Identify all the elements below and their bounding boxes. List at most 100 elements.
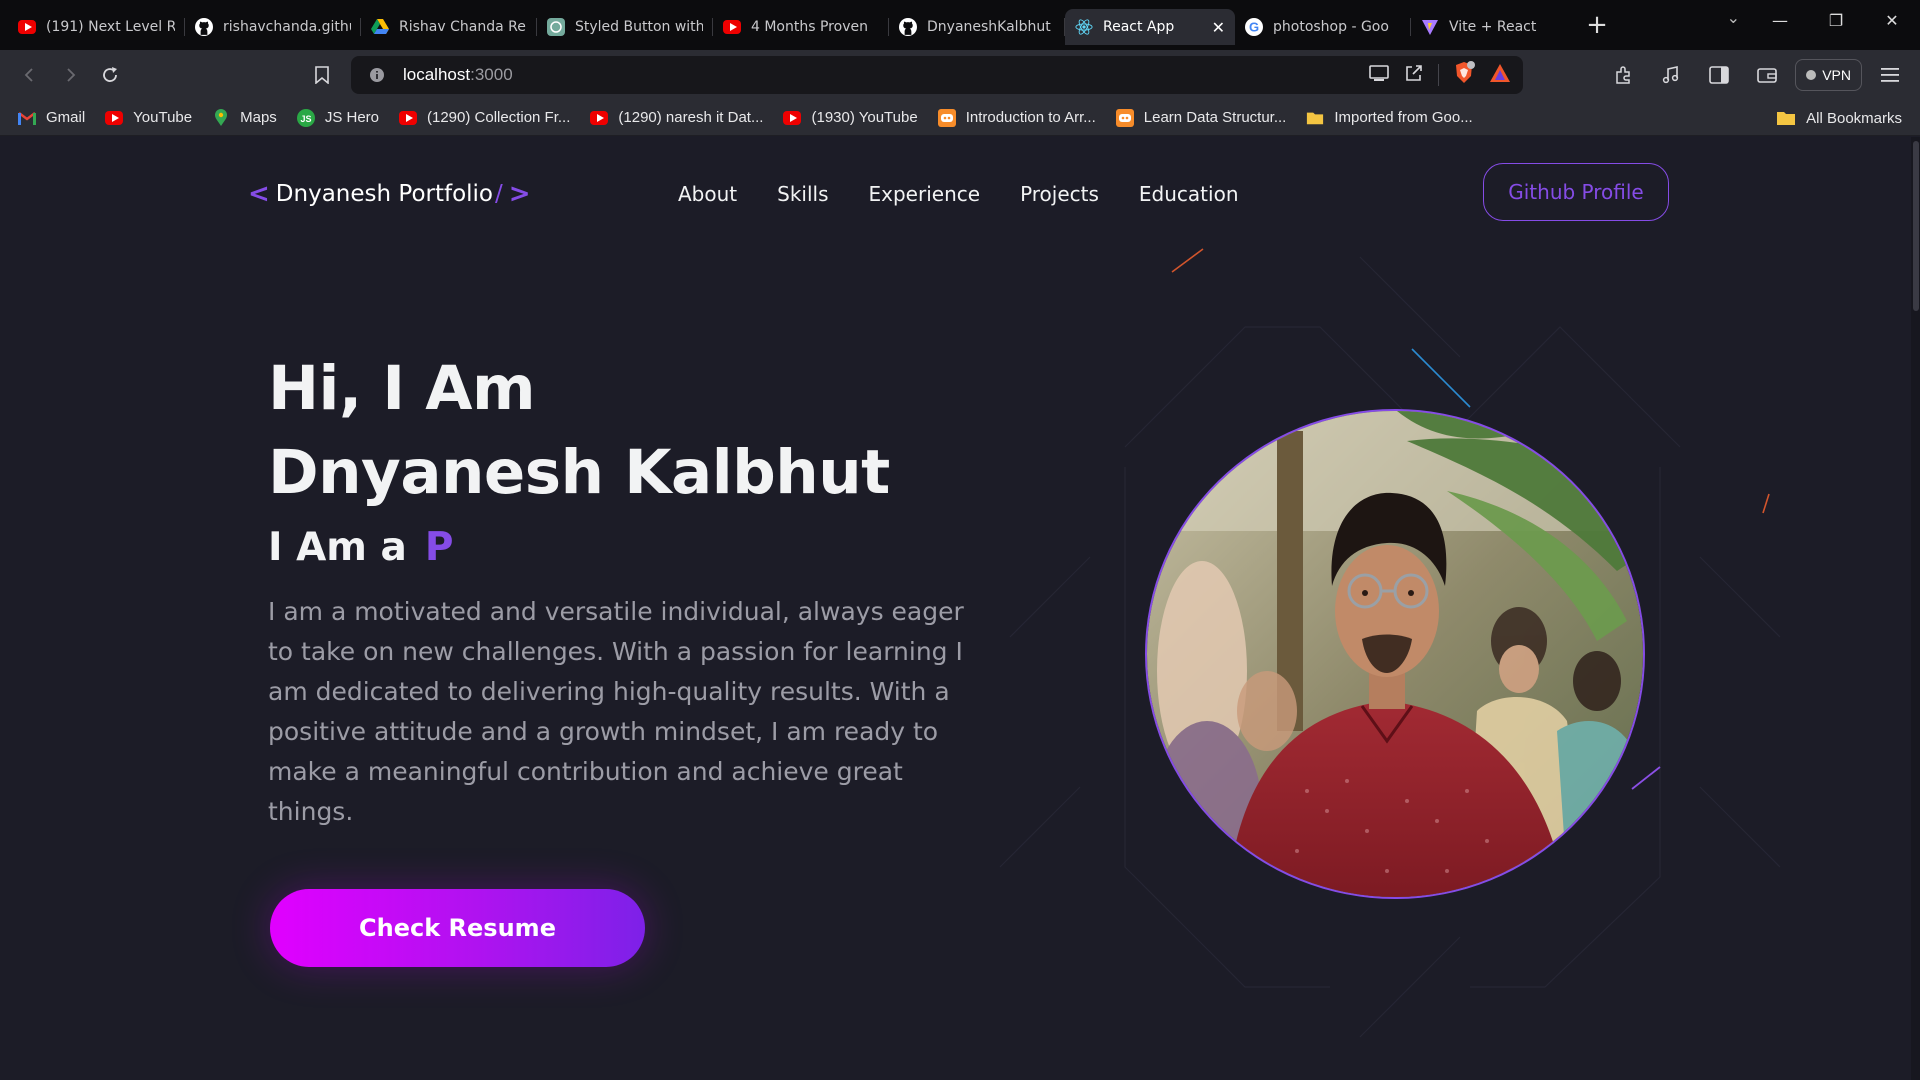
- check-resume-button[interactable]: Check Resume: [270, 889, 645, 967]
- vpn-label: VPN: [1822, 67, 1851, 83]
- menu-hamburger-icon[interactable]: [1870, 57, 1910, 93]
- bookmark-gmail[interactable]: Gmail: [18, 109, 85, 127]
- browser-tab[interactable]: 4 Months Proven: [713, 9, 889, 45]
- site-logo[interactable]: < Dnyanesh Portfolio / >: [248, 177, 531, 211]
- maps-pin-icon: [212, 108, 230, 127]
- hero-title-line1: Hi, I Am: [268, 353, 536, 424]
- forward-arrow-icon[interactable]: [50, 57, 90, 93]
- close-window-icon[interactable]: ✕: [1864, 11, 1920, 30]
- all-bookmarks-label: All Bookmarks: [1806, 109, 1902, 127]
- nav-link-projects[interactable]: Projects: [1020, 182, 1099, 206]
- bookmark-youtube-1930[interactable]: (1930) YouTube: [783, 109, 918, 127]
- all-bookmarks-folder[interactable]: All Bookmarks: [1776, 100, 1902, 136]
- bookmark-label: JS Hero: [324, 109, 379, 126]
- browser-tab-active[interactable]: React App ✕: [1065, 9, 1235, 45]
- svg-text:G: G: [1249, 20, 1259, 35]
- browser-tab[interactable]: (191) Next Level R: [8, 9, 185, 45]
- page-scrollbar[interactable]: [1911, 137, 1920, 1080]
- wallet-icon[interactable]: [1747, 57, 1787, 93]
- tab-title: Styled Button with: [575, 19, 703, 35]
- vpn-button[interactable]: VPN: [1795, 59, 1862, 91]
- google-drive-icon: [371, 18, 389, 36]
- url-port: :3000: [470, 65, 513, 84]
- tab-title: DnyaneshKalbhut: [927, 19, 1051, 35]
- brave-rewards-icon[interactable]: [1489, 63, 1511, 87]
- chatgpt-icon: [547, 18, 565, 36]
- youtube-icon: [399, 109, 417, 127]
- page-viewport: < Dnyanesh Portfolio / > About Skills Ex…: [0, 137, 1920, 1080]
- reload-icon[interactable]: [90, 57, 130, 93]
- bookmark-label: YouTube: [133, 109, 193, 126]
- new-tab-button[interactable]: +: [1579, 7, 1615, 43]
- tab-title: photoshop - Goo: [1273, 19, 1389, 35]
- bookmark-youtube[interactable]: YouTube: [105, 109, 192, 127]
- logo-bracket-close: >: [508, 179, 531, 209]
- svg-text:JS: JS: [300, 114, 311, 124]
- folder-icon: [1306, 109, 1324, 127]
- vite-icon: [1421, 18, 1439, 36]
- share-icon[interactable]: [1404, 63, 1424, 87]
- logo-text: Dnyanesh Portfolio: [275, 181, 494, 207]
- browser-tab[interactable]: Rishav Chanda Re: [361, 9, 537, 45]
- divider: [1438, 64, 1439, 86]
- browser-tab[interactable]: DnyaneshKalbhut: [889, 9, 1065, 45]
- react-icon: [1075, 18, 1093, 36]
- bookmark-youtube-collection[interactable]: (1290) Collection Fr...: [399, 109, 570, 127]
- tab-title: Rishav Chanda Re: [399, 19, 526, 35]
- media-music-icon[interactable]: [1651, 57, 1691, 93]
- browser-tab[interactable]: Vite + React: [1411, 9, 1571, 45]
- sidebar-toggle-icon[interactable]: [1699, 57, 1739, 93]
- bookmark-folder-imported[interactable]: Imported from Goo...: [1306, 109, 1473, 127]
- hero-description: I am a motivated and versatile individua…: [268, 597, 964, 826]
- bookmark-label: (1290) naresh it Dat...: [618, 109, 764, 126]
- scrollbar-thumb[interactable]: [1913, 141, 1919, 311]
- bookmark-label: Imported from Goo...: [1334, 109, 1473, 126]
- browser-tab[interactable]: G photoshop - Goo: [1235, 9, 1411, 45]
- youtube-icon: [783, 109, 802, 127]
- github-profile-button[interactable]: Github Profile: [1483, 163, 1669, 221]
- hero-title: Hi, I Am Dnyanesh Kalbhut: [268, 347, 890, 515]
- bookmark-maps[interactable]: Maps: [212, 108, 277, 127]
- nav-link-skills[interactable]: Skills: [777, 182, 828, 206]
- minimize-icon[interactable]: —: [1752, 11, 1808, 30]
- bookmark-learn-ds[interactable]: Learn Data Structur...: [1115, 108, 1286, 127]
- restore-icon[interactable]: ❐: [1808, 11, 1864, 30]
- codingninjas-icon: [937, 108, 956, 127]
- logo-slash: /: [495, 181, 503, 207]
- tab-search-chevron-icon[interactable]: ⌄: [1727, 8, 1740, 27]
- site-info-icon[interactable]: [359, 67, 395, 83]
- browser-tab[interactable]: rishavchanda.githu: [185, 9, 361, 45]
- extensions-puzzle-icon[interactable]: [1603, 57, 1643, 93]
- back-arrow-icon[interactable]: [10, 57, 50, 93]
- cast-icon[interactable]: [1368, 64, 1390, 86]
- vpn-status-icon: [1806, 70, 1817, 80]
- youtube-icon: [105, 109, 124, 127]
- bookmark-youtube-naresh[interactable]: (1290) naresh it Dat...: [590, 109, 763, 127]
- close-tab-icon[interactable]: ✕: [1212, 18, 1225, 37]
- gmail-icon: [18, 109, 36, 127]
- tab-title: (191) Next Level R: [46, 19, 175, 35]
- tab-title: rishavchanda.githu: [223, 19, 351, 35]
- bookmark-jshero[interactable]: JS JS Hero: [296, 108, 379, 127]
- hero-title-line2: Dnyanesh Kalbhut: [268, 437, 890, 508]
- bookmark-icon[interactable]: [302, 57, 342, 93]
- tab-title: Vite + React: [1449, 19, 1537, 35]
- window-controls: — ❐ ✕: [1752, 0, 1920, 40]
- youtube-icon: [723, 18, 741, 36]
- youtube-icon: [18, 18, 36, 36]
- browser-tab[interactable]: Styled Button with: [537, 9, 713, 45]
- tab-title: React App: [1103, 19, 1175, 35]
- main-nav: About Skills Experience Projects Educati…: [678, 177, 1239, 211]
- profile-photo: [1145, 409, 1645, 899]
- github-icon: [899, 18, 917, 36]
- brave-shields-icon[interactable]: [1453, 61, 1475, 89]
- address-bar[interactable]: localhost:3000: [351, 56, 1523, 94]
- browser-toolbar: localhost:3000 VPN: [0, 50, 1920, 100]
- nav-link-about[interactable]: About: [678, 182, 737, 206]
- bookmark-label: (1930) YouTube: [811, 109, 918, 126]
- hero-role: I Am a P: [268, 525, 453, 570]
- bookmark-label: (1290) Collection Fr...: [427, 109, 571, 126]
- nav-link-education[interactable]: Education: [1139, 182, 1239, 206]
- bookmark-intro-arrays[interactable]: Introduction to Arr...: [937, 108, 1096, 127]
- nav-link-experience[interactable]: Experience: [869, 182, 981, 206]
